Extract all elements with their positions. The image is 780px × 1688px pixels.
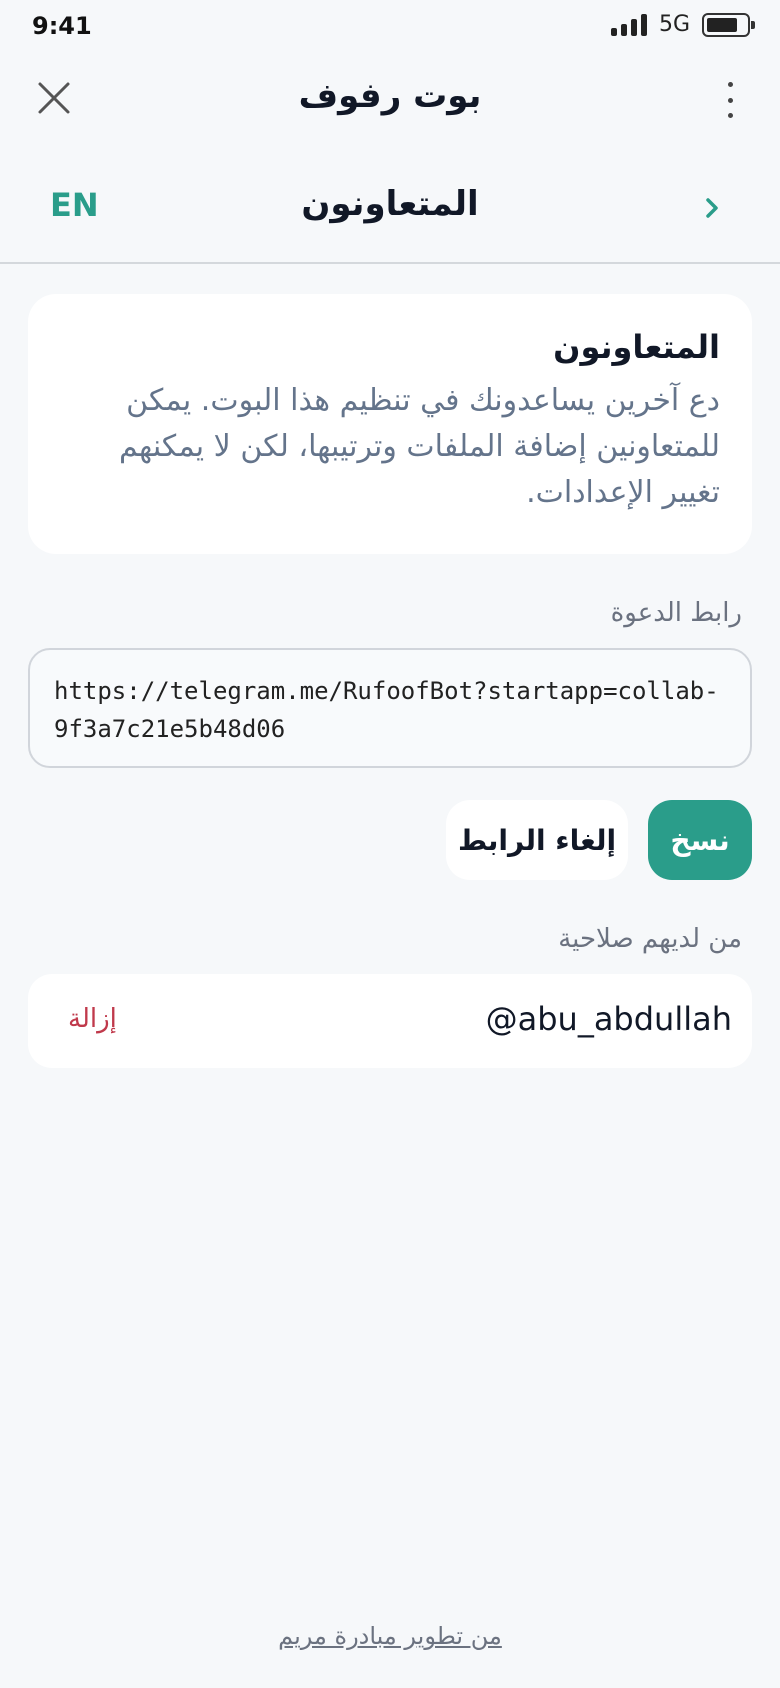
copy-button[interactable]: نسخ: [648, 800, 752, 880]
signal-icon: [610, 13, 647, 36]
more-options-button[interactable]: [720, 82, 740, 118]
list-item: @abu_abdullah إزالة: [28, 974, 752, 1068]
status-bar: 9:41 5G: [0, 0, 780, 52]
page-title: المتعاونون: [301, 184, 479, 224]
network-label: 5G: [658, 12, 690, 37]
chevron-right-icon: [706, 198, 718, 218]
invite-link-label: رابط الدعوة: [610, 598, 742, 628]
member-username: @abu_abdullah: [485, 1000, 732, 1038]
footer-credit-link[interactable]: من تطوير مبادرة مريم: [0, 1622, 780, 1650]
battery-icon: [702, 12, 755, 37]
invite-link-field[interactable]: https://telegram.me/RufoofBot?startapp=c…: [28, 648, 752, 768]
status-indicators: 5G: [610, 12, 755, 37]
members-label: من لديهم صلاحية: [558, 924, 742, 954]
info-card: المتعاونون دع آخرين يساعدونك في تنظيم هذ…: [28, 294, 752, 554]
app-header: بوت رفوف: [0, 52, 780, 148]
info-card-description: دع آخرين يساعدونك في تنظيم هذا البوت. يم…: [119, 383, 720, 510]
more-vertical-icon: [727, 82, 733, 87]
sub-header: EN المتعاونون: [0, 148, 780, 264]
back-button[interactable]: [700, 196, 724, 220]
info-card-title: المتعاونون: [553, 328, 720, 366]
remove-member-button[interactable]: إزالة: [68, 1004, 117, 1034]
status-time: 9:41: [32, 12, 92, 40]
app-title: بوت رفوف: [298, 76, 482, 116]
revoke-link-button[interactable]: إلغاء الرابط: [446, 800, 628, 880]
